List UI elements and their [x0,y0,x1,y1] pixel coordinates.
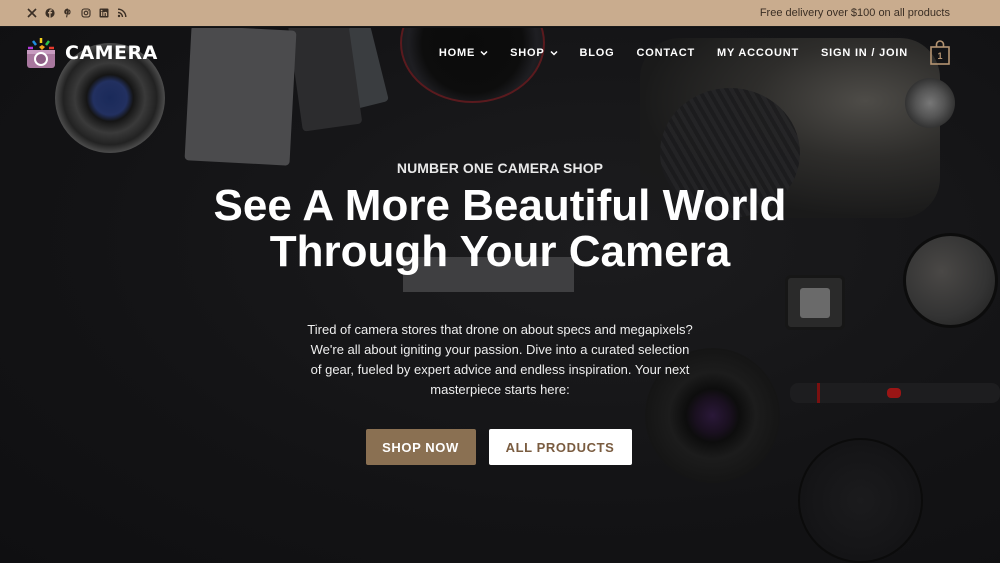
lens-pen-image [790,383,1000,403]
nav-item-label: HOME [438,47,476,59]
site-logo[interactable]: CAMERA [25,36,158,70]
nav-item-sign-in[interactable]: SIGN IN / JOIN [821,47,908,59]
nav-item-blog[interactable]: BLOG [580,47,615,59]
nav-item-my-account[interactable]: MY ACCOUNT [717,47,799,59]
linkedin-icon[interactable] [99,8,109,18]
nav-item-label: SIGN IN / JOIN [821,47,908,59]
hero-eyebrow: NUMBER ONE CAMERA SHOP [396,160,604,176]
hero-description: Tired of camera stores that drone on abo… [285,320,715,400]
logo-text: CAMERA [65,42,158,64]
pinterest-icon[interactable] [63,8,73,18]
nav-item-shop[interactable]: SHOP [510,47,558,59]
facebook-icon[interactable] [45,8,55,18]
chevron-down-icon [480,49,488,57]
headline-line: Through Your Camera [269,227,731,276]
nav-menu: HOME SHOP BLOG CONTACT MY ACCOUNT SIGN I… [417,40,950,66]
promo-text: Free delivery over $100 on all products [759,7,950,19]
description-line: Tired of camera stores that drone on abo… [307,322,693,337]
shop-now-button[interactable]: SHOP NOW [365,429,476,465]
cart-count: 1 [937,50,943,61]
chevron-down-icon [549,49,558,57]
all-products-button[interactable]: ALL PRODUCTS [488,429,632,465]
hotshoe-adapter-image [785,275,845,330]
main-nav: CAMERA HOME SHOP BLOG CONTACT MY ACCOUNT… [0,28,1000,78]
nav-item-contact[interactable]: CONTACT [636,47,695,59]
rss-icon[interactable] [117,8,127,18]
hero-section [0,28,1000,563]
description-line: masterpiece starts here: [430,382,570,397]
social-links [27,8,127,18]
nav-item-label: CONTACT [636,47,696,59]
description-line: of gear, fueled by expert advice and end… [310,362,690,377]
mode-dial-image [905,78,955,128]
nav-item-home[interactable]: HOME [439,47,488,59]
instagram-icon[interactable] [81,8,91,18]
top-bar: Free delivery over $100 on all products [0,0,1000,27]
cart-button[interactable]: 1 [930,40,950,66]
description-line: We're all about igniting your passion. D… [310,342,690,357]
hero-buttons: SHOP NOW ALL PRODUCTS [0,429,1000,465]
headline-line: See A More Beautiful World [213,181,787,230]
nav-item-label: BLOG [579,47,615,59]
nav-item-label: MY ACCOUNT [717,47,799,59]
hero-headline: See A More Beautiful World Through Your … [0,183,1000,275]
x-icon[interactable] [27,8,37,18]
nav-item-label: SHOP [510,47,545,59]
camera-logo-icon [25,36,57,70]
